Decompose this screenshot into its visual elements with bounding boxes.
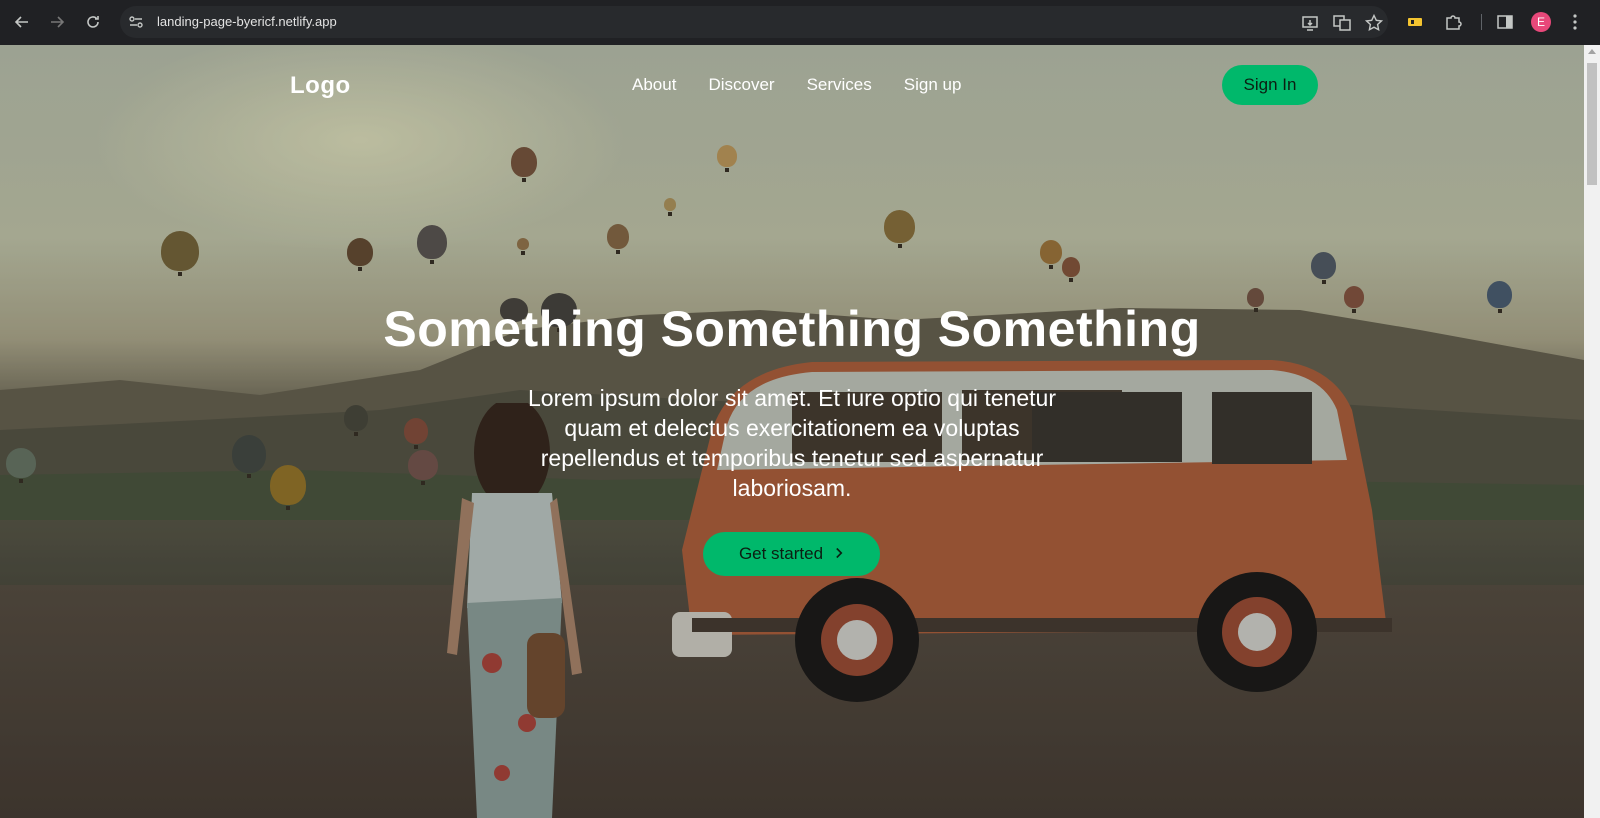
get-started-label: Get started [738, 544, 824, 563]
extensions-puzzle-icon[interactable] [1443, 12, 1463, 32]
browser-toolbar: landing-page-byericf.netlify.app E [0, 0, 1600, 45]
extension-badge-icon[interactable] [1405, 12, 1425, 32]
url-text[interactable]: landing-page-byericf.netlify.app [157, 14, 337, 29]
nav-link-services[interactable]: Services [807, 75, 872, 95]
nav-link-about[interactable]: About [632, 75, 676, 95]
install-app-icon[interactable] [1301, 14, 1319, 32]
site-info-icon[interactable] [128, 14, 144, 30]
site-navbar: Logo About Discover Services Sign up Sig… [0, 45, 1584, 135]
back-icon[interactable] [11, 11, 33, 33]
sign-in-button[interactable]: Sign In [1222, 65, 1318, 105]
translate-icon[interactable] [1333, 14, 1351, 32]
scrollbar-thumb[interactable] [1587, 63, 1597, 185]
hero-title: Something Something Something [383, 301, 1201, 357]
forward-icon[interactable] [46, 11, 68, 33]
chevron-right-icon [835, 544, 844, 564]
page-viewport: Logo About Discover Services Sign up Sig… [0, 45, 1584, 818]
nav-link-sign-up[interactable]: Sign up [904, 75, 962, 95]
hero-content: Something Something Something Lorem ipsu… [0, 300, 1584, 503]
nav-link-discover[interactable]: Discover [708, 75, 774, 95]
address-bar[interactable]: landing-page-byericf.netlify.app [120, 6, 1388, 38]
page-scrollbar[interactable] [1584, 45, 1600, 818]
nav-links: About Discover Services Sign up [632, 75, 961, 95]
hero-subtitle: Lorem ipsum dolor sit amet. Et iure opti… [528, 385, 1056, 501]
profile-avatar[interactable]: E [1531, 12, 1551, 32]
reload-icon[interactable] [82, 11, 104, 33]
side-panel-icon[interactable] [1495, 12, 1515, 32]
site-logo[interactable]: Logo [290, 72, 351, 100]
get-started-button[interactable]: Get started [703, 532, 880, 576]
scroll-up-arrow-icon[interactable] [1588, 49, 1596, 54]
bookmark-star-icon[interactable] [1364, 13, 1384, 32]
more-menu-icon[interactable] [1569, 12, 1581, 32]
toolbar-divider [1481, 14, 1482, 30]
